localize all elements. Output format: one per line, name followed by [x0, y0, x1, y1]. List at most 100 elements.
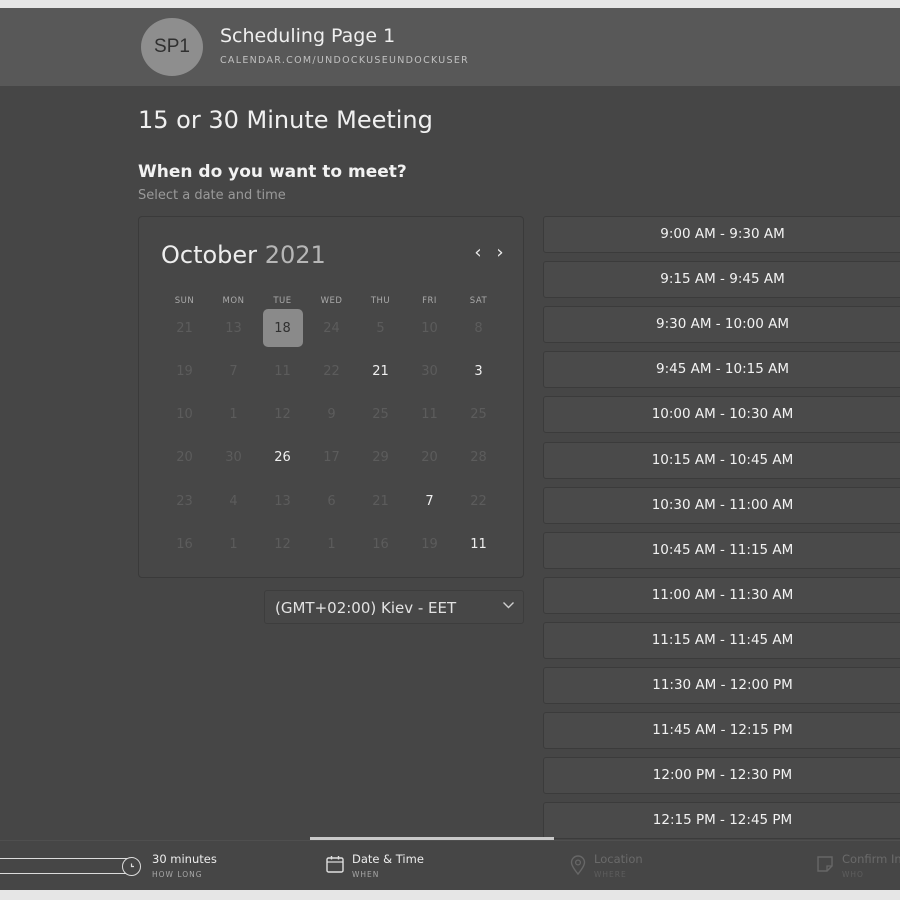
header-bar: SP1 Scheduling Page 1 CALENDAR.COM/UNDOC…	[0, 8, 900, 86]
unavailable-day-cell: 20	[421, 450, 438, 466]
unavailable-day-cell: 20	[176, 450, 193, 466]
step-sublabel: WHO	[842, 870, 864, 879]
time-slot-label: 11:00 AM - 11:30 AM	[651, 586, 794, 603]
unavailable-day-cell: 21	[372, 493, 389, 509]
unavailable-day-cell: 25	[470, 407, 487, 423]
time-slot-label: 9:15 AM - 9:45 AM	[660, 271, 785, 288]
previous-month-button[interactable]: ‹	[469, 243, 487, 263]
unavailable-day-cell: 16	[176, 537, 193, 552]
location-pin-icon	[569, 854, 587, 880]
unavailable-day-cell: 30	[421, 363, 438, 379]
unavailable-day-cell: 23	[176, 493, 193, 509]
step-location[interactable]: Location WHERE	[566, 841, 766, 890]
timezone-value: (GMT+02:00) Kiev - EET	[275, 599, 457, 617]
avatar: SP1	[141, 18, 203, 76]
time-slot-button[interactable]: 11:30 AM - 12:00 PM	[543, 667, 900, 704]
available-day-cell[interactable]: 26	[258, 438, 307, 478]
available-day-cell[interactable]: 7	[405, 481, 454, 521]
calendar-day-grid: 21 13 18 24 5 10 8 19 7 11 22 21 30 3 10 1 12 9 25 11 25 20 30…	[160, 308, 503, 568]
unavailable-day-cell: 30	[225, 450, 242, 466]
selected-day-number: 18	[262, 309, 303, 347]
weekday-label: SAT	[469, 296, 488, 306]
unavailable-day-cell: 1	[327, 537, 336, 552]
unavailable-day-cell: 9	[327, 407, 336, 423]
time-slot-label: 10:45 AM - 11:15 AM	[651, 541, 794, 558]
time-slot-button[interactable]: 9:45 AM - 10:15 AM	[543, 351, 900, 389]
time-slot-label: 10:30 AM - 11:00 AM	[651, 496, 794, 513]
available-day-cell[interactable]: 3	[454, 351, 503, 391]
time-slot-label: 10:00 AM - 10:30 AM	[651, 406, 794, 423]
scheduling-app: SP1 Scheduling Page 1 CALENDAR.COM/UNDOC…	[0, 8, 900, 890]
unavailable-day-cell: 6	[327, 493, 336, 509]
time-slot-label: 12:15 PM - 12:45 PM	[652, 812, 793, 829]
time-slot-button[interactable]: 12:15 PM - 12:45 PM	[543, 802, 900, 840]
unavailable-day-cell: 8	[474, 320, 483, 336]
chevron-left-icon: ‹	[474, 242, 482, 263]
weekday-label: WED	[320, 296, 343, 306]
unavailable-day-cell: 10	[421, 320, 438, 336]
selected-day-cell[interactable]: 18	[258, 308, 307, 348]
unavailable-day-cell: 21	[176, 320, 193, 336]
step-sublabel: WHEN	[352, 870, 380, 879]
time-slot-button[interactable]: 10:45 AM - 11:15 AM	[543, 531, 900, 569]
step-sublabel: WHERE	[594, 870, 627, 879]
step-label: 30 minutes	[152, 852, 217, 866]
calendar-icon	[325, 854, 345, 878]
available-day-cell[interactable]: 11	[454, 525, 503, 565]
unavailable-day-cell: 22	[470, 493, 487, 509]
month-year-label: October 2021	[161, 241, 326, 269]
unavailable-day-cell: 4	[229, 493, 238, 509]
step-progress-indicator	[310, 837, 554, 840]
next-month-button[interactable]: ›	[491, 243, 509, 263]
step-label: Date & Time	[352, 852, 424, 866]
time-slot-button[interactable]: 10:30 AM - 11:00 AM	[543, 486, 900, 524]
unavailable-day-cell: 5	[376, 320, 385, 336]
time-slot-button[interactable]: 10:00 AM - 10:30 AM	[543, 396, 900, 434]
unavailable-day-cell: 7	[229, 363, 238, 379]
time-slot-button[interactable]: 11:15 AM - 11:45 AM	[543, 621, 900, 659]
year-label: 2021	[264, 241, 326, 269]
unavailable-day-cell: 13	[274, 493, 291, 509]
chevron-down-icon	[502, 599, 515, 614]
weekday-label: MON	[222, 296, 245, 306]
time-slot-button[interactable]: 9:15 AM - 9:45 AM	[543, 261, 900, 299]
unavailable-day-cell: 24	[323, 320, 340, 336]
weekday-label: FRI	[422, 296, 437, 306]
unavailable-day-cell: 1	[229, 407, 238, 423]
time-slot-list: 9:00 AM - 9:30 AM 9:15 AM - 9:45 AM 9:30 A…	[543, 216, 900, 856]
weekday-label: TUE	[273, 296, 292, 306]
step-confirm-info[interactable]: Confirm Info WHO	[814, 841, 900, 890]
time-slot-button[interactable]: 9:00 AM - 9:30 AM	[543, 216, 900, 253]
unavailable-day-cell: 11	[421, 407, 438, 423]
time-slot-button[interactable]: 9:30 AM - 10:00 AM	[543, 306, 900, 344]
duration-slider-track[interactable]	[0, 858, 138, 874]
step-footer: 30 minutes HOW LONG Date & Time WHEN Loc…	[0, 837, 900, 890]
timezone-select[interactable]: (GMT+02:00) Kiev - EET	[264, 590, 524, 624]
step-how-long[interactable]: 30 minutes HOW LONG	[0, 841, 240, 890]
unavailable-day-cell: 17	[323, 450, 340, 466]
time-slot-label: 9:00 AM - 9:30 AM	[660, 226, 785, 242]
time-slot-label: 10:15 AM - 10:45 AM	[651, 451, 794, 468]
meeting-title: 15 or 30 Minute Meeting	[138, 106, 433, 134]
calendar-panel: October 2021 ‹ › SUN MON TUE WED THU FRI SAT 2…	[138, 216, 524, 578]
unavailable-day-cell: 19	[176, 363, 193, 379]
clock-icon[interactable]	[122, 857, 141, 876]
step-label: Confirm Info	[842, 852, 900, 866]
time-slot-button[interactable]: 10:15 AM - 10:45 AM	[543, 441, 900, 479]
step-date-time[interactable]: Date & Time WHEN	[320, 841, 520, 890]
scheduling-page-url[interactable]: CALENDAR.COM/UNDOCKUSEUNDOCKUSER	[220, 55, 469, 66]
time-slot-button[interactable]: 11:45 AM - 12:15 PM	[543, 712, 900, 750]
scheduling-page-name: Scheduling Page 1	[220, 25, 396, 47]
unavailable-day-cell: 11	[274, 363, 291, 379]
time-slot-label: 12:00 PM - 12:30 PM	[652, 767, 793, 784]
unavailable-day-cell: 25	[372, 407, 389, 423]
unavailable-day-cell: 19	[421, 537, 438, 552]
available-day-cell[interactable]: 21	[356, 351, 405, 391]
time-slot-label: 9:45 AM - 10:15 AM	[655, 361, 790, 378]
time-slot-button[interactable]: 12:00 PM - 12:30 PM	[543, 757, 900, 795]
unavailable-day-cell: 12	[274, 407, 291, 423]
note-icon	[816, 855, 834, 877]
unavailable-day-cell: 13	[225, 320, 242, 336]
time-slot-button[interactable]: 11:00 AM - 11:30 AM	[543, 576, 900, 614]
unavailable-day-cell: 16	[372, 537, 389, 552]
